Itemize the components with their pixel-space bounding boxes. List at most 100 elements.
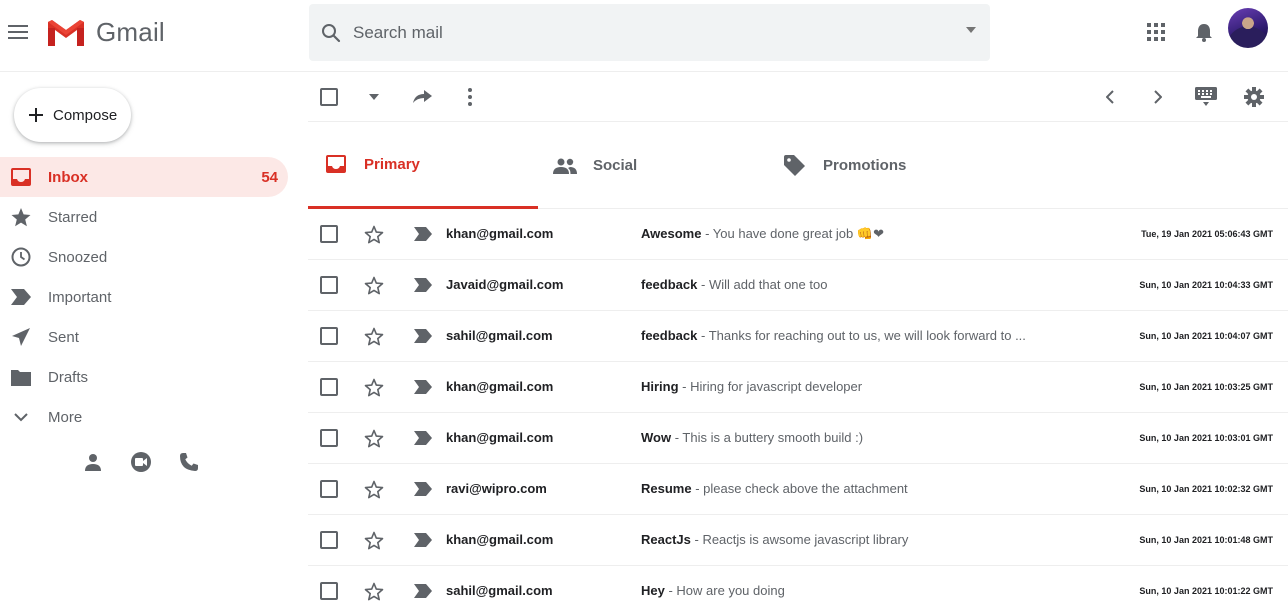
email-date: Sun, 10 Jan 2021 10:02:32 GMT [1139,484,1273,494]
chevron-down-icon [10,406,32,428]
sidebar-item-starred[interactable]: Starred [0,197,288,237]
tab-social[interactable]: Social [553,122,783,209]
sidebar-item-inbox[interactable]: Inbox 54 [0,157,288,197]
email-row[interactable]: Javaid@gmail.com feedback - Will add tha… [308,260,1288,311]
importance-marker-icon[interactable] [412,530,434,550]
tab-label: Primary [364,155,420,173]
top-header: Gmail [0,0,1288,72]
star-icon [10,206,32,228]
email-date: Tue, 19 Jan 2021 05:06:43 GMT [1141,229,1273,239]
importance-marker-icon[interactable] [412,377,434,397]
email-preview: Hey - How are you doing [641,583,1041,598]
gmail-m-icon [48,19,84,46]
tab-promotions[interactable]: Promotions [783,122,1013,209]
keyboard-icon[interactable] [1194,85,1218,109]
tab-primary[interactable]: Primary [308,122,538,209]
separator: - [697,328,709,343]
gmail-logo[interactable]: Gmail [46,17,165,48]
email-preview: Hiring - Hiring for javascript developer [641,379,1041,394]
row-checkbox[interactable] [320,480,338,498]
star-outline-icon[interactable] [362,528,386,552]
hamburger-menu-icon[interactable] [8,25,28,39]
chevron-left-icon[interactable] [1098,85,1122,109]
email-row[interactable]: sahil@gmail.com Hey - How are you doing … [308,566,1288,613]
chevron-right-icon[interactable] [1146,85,1170,109]
sidebar-item-snoozed[interactable]: Snoozed [0,237,288,277]
main-menu-button[interactable] [4,16,32,48]
email-row[interactable]: ravi@wipro.com Resume - please check abo… [308,464,1288,515]
email-snippet: How are you doing [676,583,785,598]
gmail-logo-text: Gmail [96,17,165,47]
label-important-icon [10,286,32,308]
email-preview: Resume - please check above the attachme… [641,481,1041,496]
sidebar-item-more[interactable]: More [0,397,288,437]
plus-icon [26,105,46,125]
person-icon[interactable] [81,450,105,474]
email-date: Sun, 10 Jan 2021 10:03:25 GMT [1139,382,1273,392]
email-row[interactable]: khan@gmail.com ReactJs - Reactjs is awso… [308,515,1288,566]
row-checkbox[interactable] [320,276,338,294]
clock-icon [10,246,32,268]
email-preview: ReactJs - Reactjs is awsome javascript l… [641,532,1041,547]
star-outline-icon[interactable] [362,324,386,348]
email-row[interactable]: khan@gmail.com Awesome - You have done g… [308,209,1288,260]
sidebar-item-important[interactable]: Important [0,277,288,317]
row-checkbox[interactable] [320,327,338,345]
email-sender: khan@gmail.com [446,226,554,241]
email-snippet: Will add that one too [708,277,828,292]
sidebar-item-label: Starred [48,208,98,226]
importance-marker-icon[interactable] [412,326,434,346]
account-avatar[interactable] [1228,8,1268,48]
row-checkbox[interactable] [320,225,338,243]
compose-button[interactable]: Compose [14,88,131,142]
phone-icon[interactable] [177,450,201,474]
notifications-bell-icon[interactable] [1192,20,1216,44]
refresh-icon[interactable] [410,85,434,109]
email-row[interactable]: khan@gmail.com Hiring - Hiring for javas… [308,362,1288,413]
email-preview: feedback - Thanks for reaching out to us… [641,328,1041,343]
row-checkbox[interactable] [320,429,338,447]
email-preview: Awesome - You have done great job 👊❤ [641,226,1041,242]
email-subject: feedback [641,277,698,292]
select-all-checkbox[interactable] [317,85,341,109]
inbox-icon [324,152,348,176]
separator: - [701,226,713,241]
row-checkbox[interactable] [320,531,338,549]
tag-icon [783,154,807,178]
select-dropdown-icon[interactable] [362,85,386,109]
sidebar-item-sent[interactable]: Sent [0,317,288,357]
compose-label: Compose [53,106,118,124]
importance-marker-icon[interactable] [412,479,434,499]
settings-gear-icon[interactable] [1242,85,1266,109]
email-row[interactable]: sahil@gmail.com feedback - Thanks for re… [308,311,1288,362]
importance-marker-icon[interactable] [412,581,434,601]
row-checkbox[interactable] [320,378,338,396]
apps-grid-icon[interactable] [1144,20,1168,44]
inbox-icon [10,166,32,188]
star-outline-icon[interactable] [362,477,386,501]
separator: - [678,379,691,394]
email-subject: Hey [641,583,665,598]
sidebar-item-label: More [48,408,83,426]
video-icon[interactable] [129,450,153,474]
star-outline-icon[interactable] [362,222,386,246]
search-options-dropdown-icon[interactable] [966,27,976,33]
search-input[interactable] [353,22,943,43]
sidebar-item-drafts[interactable]: Drafts [0,357,288,397]
sidebar-item-label: Inbox [48,168,88,186]
email-sender: khan@gmail.com [446,379,554,394]
importance-marker-icon[interactable] [412,275,434,295]
email-subject: feedback [641,328,698,343]
star-outline-icon[interactable] [362,426,386,450]
star-outline-icon[interactable] [362,273,386,297]
row-checkbox[interactable] [320,582,338,600]
email-row[interactable]: khan@gmail.com Wow - This is a buttery s… [308,413,1288,464]
more-options-icon[interactable] [458,85,482,109]
separator: - [671,430,683,445]
importance-marker-icon[interactable] [412,224,434,244]
search-icon[interactable] [319,21,343,45]
star-outline-icon[interactable] [362,579,386,603]
importance-marker-icon[interactable] [412,428,434,448]
star-outline-icon[interactable] [362,375,386,399]
email-date: Sun, 10 Jan 2021 10:04:07 GMT [1139,331,1273,341]
